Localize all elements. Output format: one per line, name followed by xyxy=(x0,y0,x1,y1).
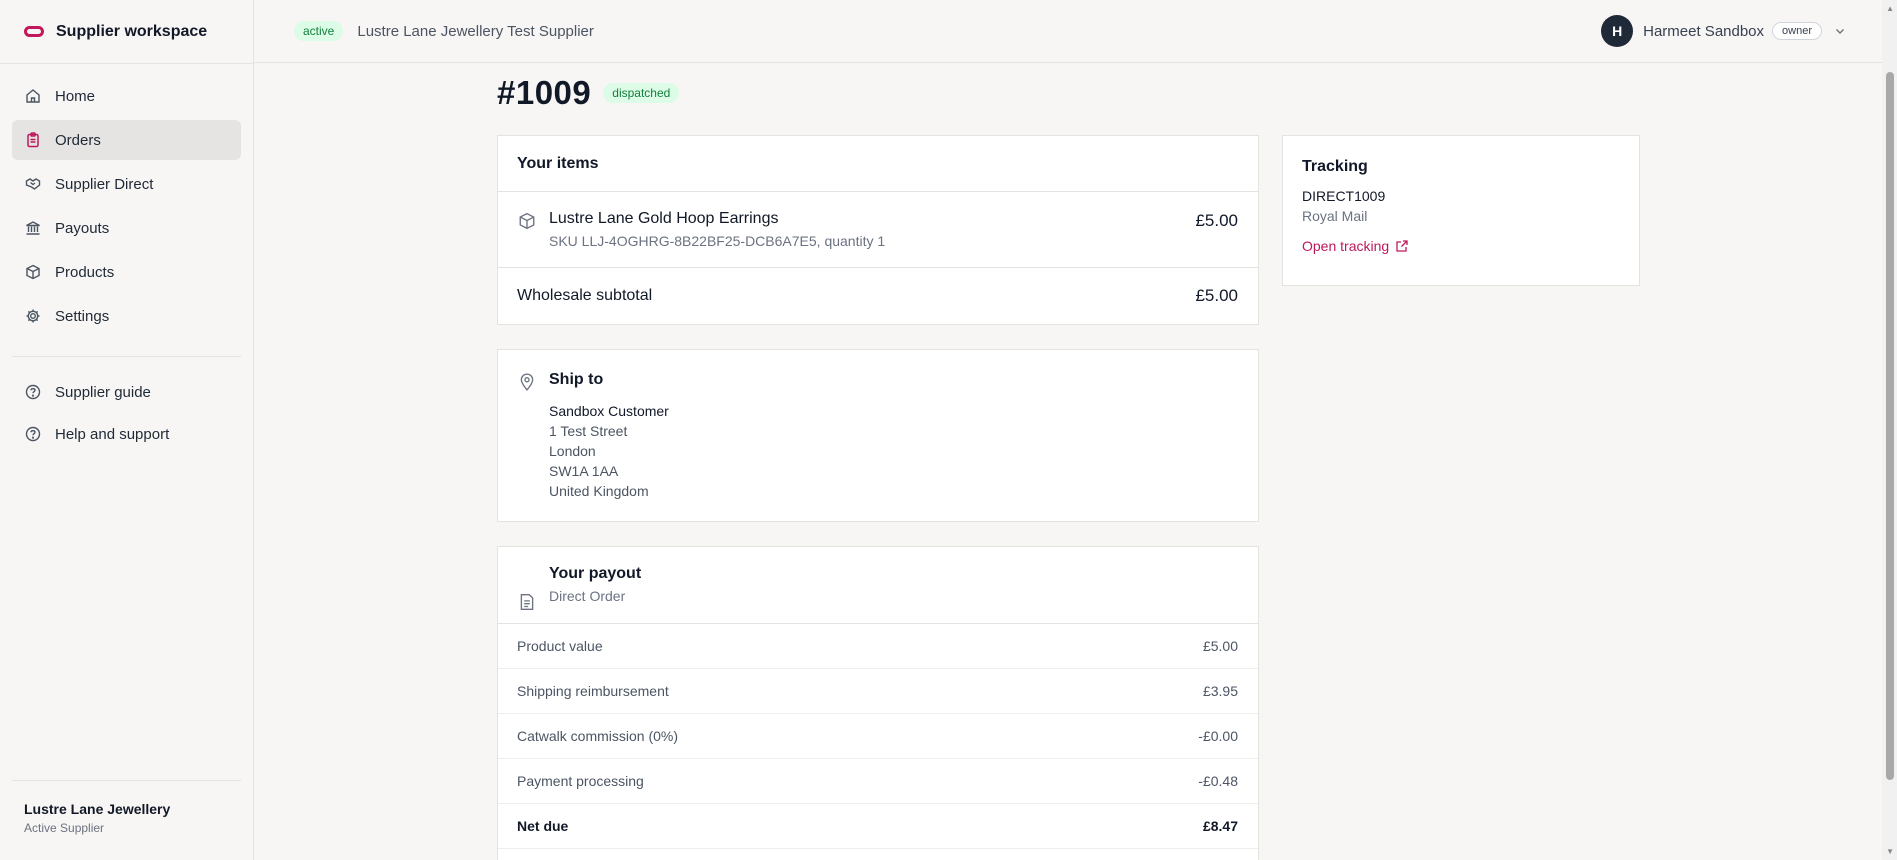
payout-value: £3.95 xyxy=(1202,683,1238,699)
sidebar-item-settings[interactable]: Settings xyxy=(12,296,241,336)
brand-logo-icon xyxy=(24,26,44,37)
payout-card: Your payout Direct Order Product value £… xyxy=(497,546,1259,860)
brand-name: Supplier workspace xyxy=(56,22,208,40)
payout-row-commission: Catwalk commission (0%) -£0.00 xyxy=(498,714,1258,759)
subtotal-row: Wholesale subtotal £5.00 xyxy=(498,268,1258,324)
payout-label: Shipping reimbursement xyxy=(517,683,669,699)
payout-row-net-due: Net due £8.47 xyxy=(498,804,1258,849)
payout-subtitle: Direct Order xyxy=(549,588,626,604)
tracking-carrier: Royal Mail xyxy=(1302,208,1368,224)
sidebar-item-payouts[interactable]: Payouts xyxy=(12,208,241,248)
help-circle-icon xyxy=(24,383,42,401)
payout-label: Product value xyxy=(517,638,603,654)
gear-icon xyxy=(24,307,42,325)
handshake-icon xyxy=(24,175,42,193)
scrollbar[interactable]: ▲ ▼ xyxy=(1882,0,1897,860)
payout-value: -£0.00 xyxy=(1198,728,1238,744)
item-price: £5.00 xyxy=(1195,211,1238,230)
ship-to-card: Ship to Sandbox Customer 1 Test Street L… xyxy=(497,349,1259,522)
external-link-icon xyxy=(1396,240,1408,252)
payout-label: Catwalk commission (0%) xyxy=(517,728,679,744)
sidebar-item-supplier-direct[interactable]: Supplier Direct xyxy=(12,164,241,204)
account-switcher[interactable]: Lustre Lane Jewellery Active Supplier xyxy=(12,780,241,860)
address-line: London xyxy=(549,443,596,459)
sidebar-divider xyxy=(12,356,241,357)
payout-row-shipping: Shipping reimbursement £3.95 xyxy=(498,669,1258,714)
payout-label: Net due xyxy=(517,818,569,834)
address-line: 1 Test Street xyxy=(549,423,628,439)
scroll-down-icon[interactable]: ▼ xyxy=(1886,847,1894,856)
sidebar-item-orders[interactable]: Orders xyxy=(12,120,241,160)
box-icon xyxy=(518,212,536,230)
sidebar-item-help-support[interactable]: Help and support xyxy=(12,415,241,453)
payout-row-product-value: Product value £5.00 xyxy=(498,624,1258,669)
payout-value: -£0.48 xyxy=(1198,773,1238,789)
open-tracking-label: Open tracking xyxy=(1302,238,1390,254)
payout-row-processing: Payment processing -£0.48 xyxy=(498,759,1258,804)
sidebar-item-home[interactable]: Home xyxy=(12,76,241,116)
brand[interactable]: Supplier workspace xyxy=(0,0,253,64)
help-nav: Supplier guide Help and support xyxy=(0,373,253,453)
tracking-code: DIRECT1009 xyxy=(1302,188,1386,204)
sidebar-item-label: Supplier guide xyxy=(55,383,151,401)
sidebar-item-label: Help and support xyxy=(55,425,170,443)
list-item: Lustre Lane Gold Hoop Earrings SKU LLJ-4… xyxy=(498,192,1258,268)
payout-value: £5.00 xyxy=(1202,638,1238,654)
address-line: United Kingdom xyxy=(549,483,649,499)
map-pin-icon xyxy=(518,373,536,391)
page-title: #1009 xyxy=(497,74,592,111)
help-circle-icon xyxy=(24,425,42,443)
clipboard-icon xyxy=(24,131,42,149)
home-icon xyxy=(24,87,42,105)
box-icon xyxy=(24,263,42,281)
user-menu[interactable]: H Harmeet Sandbox owner xyxy=(1601,15,1846,47)
avatar: H xyxy=(1601,15,1634,47)
topbar: active Lustre Lane Jewellery Test Suppli… xyxy=(254,0,1882,63)
sidebar-item-label: Settings xyxy=(55,307,110,325)
scrollbar-thumb[interactable] xyxy=(1886,72,1894,780)
order-status-badge: dispatched xyxy=(603,83,680,103)
tracking-card: Tracking DIRECT1009 Royal Mail Open trac… xyxy=(1282,135,1640,286)
items-card-title: Your items xyxy=(498,136,1258,192)
scroll-up-icon[interactable]: ▲ xyxy=(1886,4,1894,13)
tracking-title: Tracking xyxy=(1302,158,1368,175)
account-name: Lustre Lane Jewellery xyxy=(24,801,171,817)
payout-label: Payment processing xyxy=(517,773,644,789)
payout-title: Your payout xyxy=(549,565,642,582)
sidebar-item-label: Products xyxy=(55,263,115,281)
subtotal-value: £5.00 xyxy=(1195,286,1238,305)
sidebar-item-supplier-guide[interactable]: Supplier guide xyxy=(12,373,241,411)
ship-to-title: Ship to xyxy=(549,371,604,388)
sidebar-item-products[interactable]: Products xyxy=(12,252,241,292)
subtotal-label: Wholesale subtotal xyxy=(517,287,653,304)
status-badge: active xyxy=(294,21,344,41)
bank-icon xyxy=(24,219,42,237)
recipient-name: Sandbox Customer xyxy=(549,403,669,419)
order-header: #1009 dispatched xyxy=(497,74,680,112)
supplier-name: Lustre Lane Jewellery Test Supplier xyxy=(357,22,594,40)
payout-value: £8.47 xyxy=(1202,818,1238,834)
sidebar-item-label: Orders xyxy=(55,131,101,149)
payout-header: Your payout Direct Order xyxy=(498,547,1258,624)
sidebar-item-label: Supplier Direct xyxy=(55,175,154,193)
sidebar-item-label: Home xyxy=(55,87,96,105)
chevron-down-icon[interactable] xyxy=(1834,25,1846,37)
document-icon xyxy=(518,593,536,611)
item-name: Lustre Lane Gold Hoop Earrings xyxy=(549,210,779,227)
main-nav: Home Orders Supplier Direct Payouts Prod… xyxy=(0,64,253,336)
sidebar: Supplier workspace Home Orders Supplier … xyxy=(0,0,254,860)
sidebar-item-label: Payouts xyxy=(55,219,110,237)
role-badge: owner xyxy=(1772,22,1822,40)
address-line: SW1A 1AA xyxy=(549,463,619,479)
user-name: Harmeet Sandbox xyxy=(1643,22,1765,40)
items-card: Your items Lustre Lane Gold Hoop Earring… xyxy=(497,135,1259,325)
item-sku: SKU LLJ-4OGHRG-8B22BF25-DCB6A7E5, quanti… xyxy=(549,233,886,249)
open-tracking-link[interactable]: Open tracking xyxy=(1302,238,1409,254)
account-role: Active Supplier xyxy=(24,821,105,835)
